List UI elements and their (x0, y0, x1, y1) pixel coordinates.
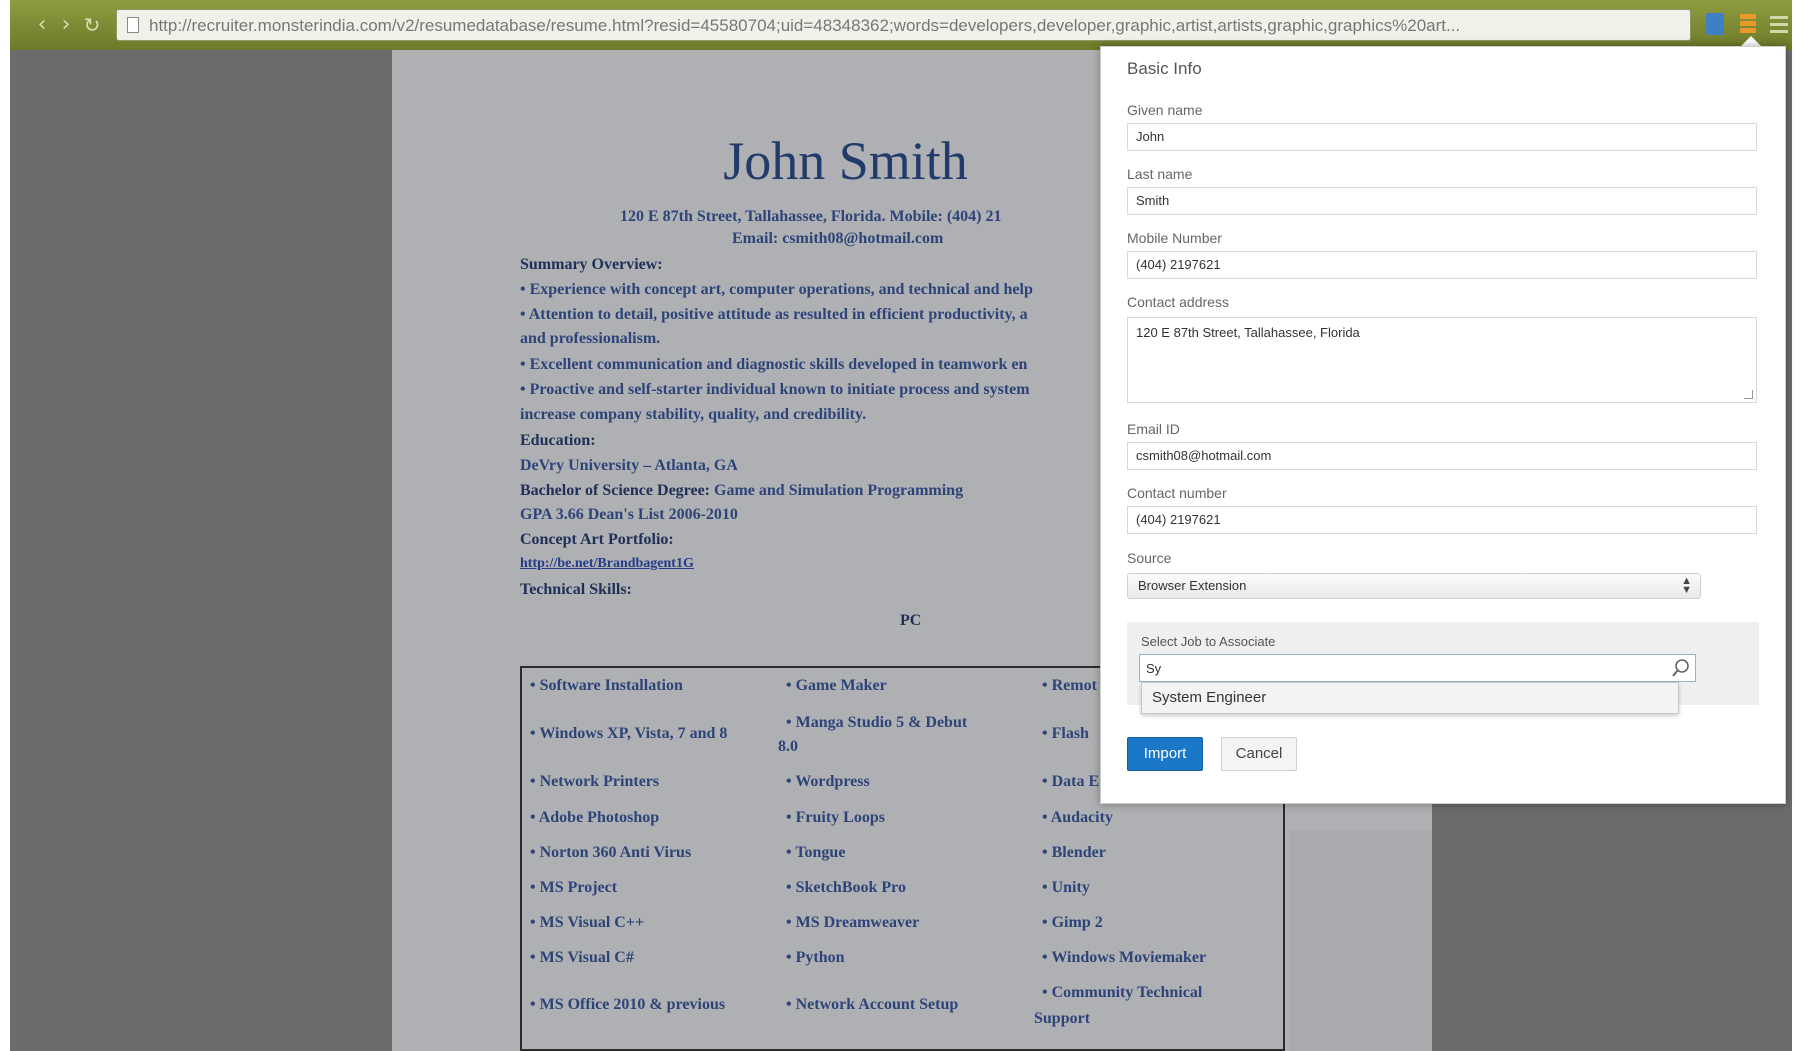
last-name-label: Last name (1127, 166, 1193, 182)
mobile-input[interactable]: (404) 2197621 (1127, 251, 1757, 279)
resume-address: 120 E 87th Street, Tallahassee, Florida.… (620, 208, 1002, 225)
select-arrows-icon: ▲ ▼ (1681, 575, 1692, 596)
skill-item: • Python (786, 949, 845, 966)
portfolio-heading: Concept Art Portfolio: (520, 531, 674, 548)
job-association-panel: Select Job to Associate Sy System Engine… (1127, 622, 1759, 714)
given-name-label: Given name (1127, 102, 1203, 118)
skills-subheading: PC (900, 612, 922, 629)
extension-icon[interactable] (1706, 13, 1724, 35)
portfolio-link[interactable]: http://be.net/Brandbagent1G (520, 556, 694, 572)
gpa: GPA 3.66 Dean's List 2006-2010 (520, 506, 738, 523)
contact-number-input[interactable]: (404) 2197621 (1127, 506, 1757, 534)
skills-heading: Technical Skills: (520, 581, 632, 598)
degree-label: Bachelor of Science Degree: (520, 482, 711, 499)
address-label: Contact address (1127, 294, 1229, 310)
source-label: Source (1127, 550, 1172, 566)
forward-icon[interactable]: › (52, 11, 80, 39)
skill-item: • Gimp 2 (1042, 914, 1103, 931)
job-query: Sy (1146, 661, 1162, 676)
job-label: Select Job to Associate (1141, 634, 1276, 649)
summary-item: increase company stability, quality, and… (520, 406, 867, 423)
address-value: 120 E 87th Street, Tallahassee, Florida (1136, 325, 1360, 340)
resume-email: Email: csmith08@hotmail.com (732, 230, 944, 247)
skill-item: • MS Office 2010 & previous (530, 996, 726, 1013)
skill-item: • Adobe Photoshop (530, 809, 660, 826)
skill-item: • Wordpress (786, 773, 870, 790)
import-button[interactable]: Import (1127, 737, 1203, 771)
given-name-input[interactable]: John (1127, 123, 1757, 151)
address-bar[interactable]: http://recruiter.monsterindia.com/v2/res… (116, 9, 1691, 41)
skill-item: • Data E (1042, 773, 1100, 790)
skill-item: • Remot (1042, 677, 1097, 694)
skill-item: • Windows XP, Vista, 7 and 8 (530, 725, 728, 742)
skill-item: • Flash (1042, 725, 1089, 742)
job-search-input[interactable]: Sy (1139, 654, 1696, 682)
skill-item: • MS Visual C# (530, 949, 634, 966)
skill-item: • MS Visual C++ (530, 914, 645, 931)
email-input[interactable]: csmith08@hotmail.com (1127, 442, 1757, 470)
url-text: http://recruiter.monsterindia.com/v2/res… (149, 16, 1461, 35)
skill-item: • Unity (1042, 879, 1090, 896)
degree: Bachelor of Science Degree: Game and Sim… (520, 482, 963, 500)
skill-item: • Audacity (1042, 809, 1113, 826)
degree-value: Game and Simulation Programming (714, 482, 964, 499)
skill-item: • Game Maker (786, 677, 887, 694)
skill-item: • Software Installation (530, 677, 683, 694)
job-suggestions: System Engineer (1141, 682, 1679, 714)
skill-item: • SketchBook Pro (786, 879, 906, 896)
skill-item: 8.0 (778, 738, 798, 755)
skill-item: • Manga Studio 5 & Debut (786, 714, 968, 731)
skill-item: • Network Printers (530, 773, 660, 790)
monster-extension-icon[interactable] (1738, 12, 1758, 36)
resize-grip-icon[interactable] (1744, 390, 1753, 399)
last-name-input[interactable]: Smith (1127, 187, 1757, 215)
page-icon (127, 17, 139, 33)
page-margin (1290, 830, 1432, 1051)
summary-item: • Experience with concept art, computer … (520, 281, 1033, 298)
address-textarea[interactable]: 120 E 87th Street, Tallahassee, Florida (1127, 317, 1757, 403)
source-select[interactable]: Browser Extension ▲ ▼ (1127, 573, 1701, 599)
summary-heading: Summary Overview: (520, 256, 663, 273)
menu-icon[interactable] (1770, 14, 1788, 34)
skill-item: • Windows Moviemaker (1042, 949, 1207, 966)
cancel-button[interactable]: Cancel (1221, 737, 1297, 771)
source-value: Browser Extension (1138, 578, 1247, 593)
skill-item: • Norton 360 Anti Virus (530, 844, 692, 861)
summary-item: • Attention to detail, positive attitude… (520, 306, 1028, 323)
email-label: Email ID (1127, 421, 1180, 437)
education-heading: Education: (520, 432, 596, 449)
university: DeVry University – Atlanta, GA (520, 457, 738, 474)
skill-item: • MS Project (530, 879, 618, 896)
extension-popup: Basic Info Given name John Last name Smi… (1100, 46, 1786, 804)
search-icon[interactable] (1670, 657, 1692, 679)
skill-item: • Blender (1042, 844, 1106, 861)
skill-item: • Community Technical (1042, 984, 1203, 1001)
contact-number-label: Contact number (1127, 485, 1227, 501)
mobile-label: Mobile Number (1127, 230, 1222, 246)
job-option[interactable]: System Engineer (1152, 689, 1266, 706)
reload-icon[interactable]: ↻ (78, 11, 106, 39)
summary-item: and professionalism. (520, 330, 661, 347)
popup-title: Basic Info (1127, 59, 1202, 78)
summary-item: • Excellent communication and diagnostic… (520, 356, 1028, 373)
summary-item: • Proactive and self-starter individual … (520, 381, 1030, 398)
skill-item: • Tongue (786, 844, 846, 861)
skill-item: • Network Account Setup (786, 996, 959, 1013)
browser-toolbar: ‹ › ↻ http://recruiter.monsterindia.com/… (10, 0, 1792, 50)
skill-item: • Fruity Loops (786, 809, 885, 826)
skill-item: Support (1034, 1010, 1091, 1027)
skill-item: • MS Dreamweaver (786, 914, 920, 931)
